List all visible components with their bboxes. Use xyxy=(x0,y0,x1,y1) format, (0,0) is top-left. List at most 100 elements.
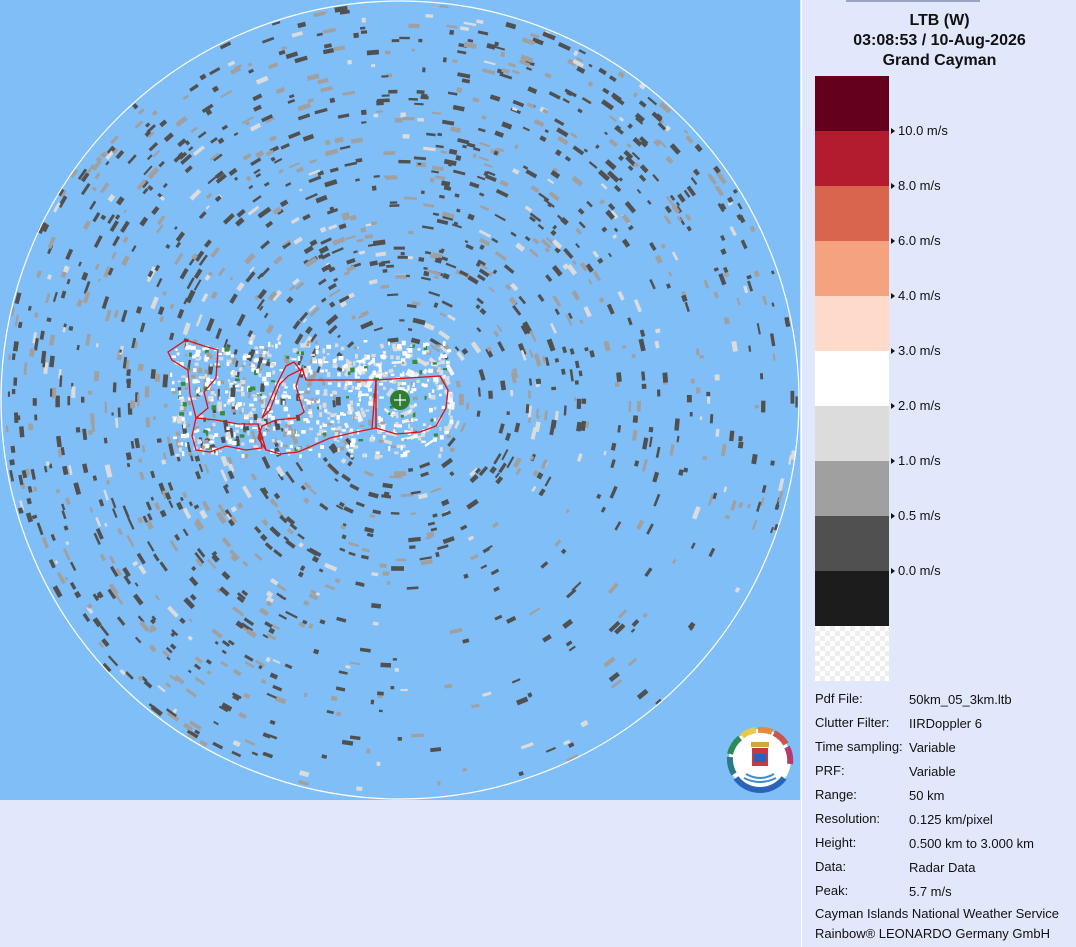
echo-pixel xyxy=(435,144,444,149)
radar-site-title: LTB (W) xyxy=(909,12,970,29)
echo-pixel xyxy=(166,436,171,444)
echo-pixel xyxy=(588,63,593,68)
echo-pixel xyxy=(678,469,684,476)
echo-pixel xyxy=(587,80,594,88)
land-clutter-pixel xyxy=(332,363,338,368)
echo-pixel xyxy=(324,179,338,188)
land-clutter-pixel xyxy=(186,432,190,438)
echo-pixel xyxy=(494,251,507,261)
radar-image-panel[interactable] xyxy=(0,0,800,800)
land-clutter-pixel xyxy=(411,388,417,392)
echo-pixel xyxy=(574,360,580,369)
echo-pixel xyxy=(665,283,672,289)
echo-pixel xyxy=(381,94,390,97)
echo-pixel xyxy=(363,470,374,477)
echo-pixel xyxy=(459,26,470,32)
echo-pixel xyxy=(268,734,278,740)
land-clutter-pixel xyxy=(445,431,449,434)
echo-pixel xyxy=(379,563,387,569)
land-clutter-pixel xyxy=(355,367,359,372)
land-clutter-pixel xyxy=(212,414,216,418)
echo-pixel xyxy=(382,268,388,273)
land-clutter-pixel xyxy=(176,352,180,356)
echo-pixel xyxy=(27,485,33,493)
echo-pixel xyxy=(578,221,586,229)
echo-pixel xyxy=(576,66,586,74)
echo-pixel xyxy=(373,113,379,118)
radar-velocity-map[interactable] xyxy=(0,0,800,800)
echo-pixel xyxy=(138,564,147,575)
land-clutter-pixel xyxy=(345,358,349,363)
echo-pixel xyxy=(150,368,156,380)
land-clutter-pixel xyxy=(369,396,372,399)
land-clutter-pixel xyxy=(428,368,433,373)
echo-pixel xyxy=(159,509,167,518)
echo-pixel xyxy=(284,663,293,670)
echo-pixel xyxy=(769,333,776,347)
echo-pixel xyxy=(418,38,423,43)
echo-pixel xyxy=(529,330,537,342)
echo-pixel xyxy=(420,190,425,195)
echo-pixel xyxy=(691,506,701,520)
echo-pixel xyxy=(442,57,447,63)
echo-pixel xyxy=(347,59,353,65)
echo-pixel xyxy=(191,565,197,572)
echo-pixel xyxy=(420,276,431,281)
echo-pixel xyxy=(465,402,470,410)
echo-pixel xyxy=(244,654,254,662)
echo-pixel xyxy=(707,396,711,404)
echo-pixel xyxy=(179,617,186,625)
legend-tick-marker xyxy=(891,348,895,354)
land-clutter-pixel xyxy=(286,449,291,452)
land-clutter-pixel xyxy=(390,373,395,377)
land-clutter-pixel xyxy=(227,379,231,383)
echo-pixel xyxy=(81,271,89,281)
echo-pixel xyxy=(442,536,455,544)
echo-pixel xyxy=(639,329,646,337)
land-clutter-pixel xyxy=(439,447,443,452)
land-clutter-pixel xyxy=(293,429,297,434)
echo-pixel xyxy=(221,124,229,131)
legend-tick-label: 4.0 m/s xyxy=(898,288,941,303)
echo-pixel xyxy=(511,678,521,684)
echo-pixel xyxy=(460,422,467,433)
land-clutter-pixel xyxy=(179,412,185,416)
echo-pixel xyxy=(423,322,435,331)
echo-pixel xyxy=(323,43,333,49)
echo-pixel xyxy=(328,301,336,308)
land-clutter-pixel xyxy=(320,445,325,449)
echo-pixel xyxy=(162,452,167,460)
echo-pixel xyxy=(356,786,363,792)
echo-pixel xyxy=(230,506,238,513)
echo-pixel xyxy=(157,684,166,693)
echo-pixel xyxy=(359,647,371,653)
echo-pixel xyxy=(137,363,144,372)
land-clutter-pixel xyxy=(258,399,264,402)
echo-pixel xyxy=(27,305,32,311)
land-clutter-pixel xyxy=(184,354,188,357)
echo-pixel xyxy=(452,104,465,112)
land-clutter-pixel xyxy=(271,439,275,443)
land-clutter-pixel xyxy=(241,386,244,392)
echo-pixel xyxy=(328,288,341,298)
land-clutter-pixel xyxy=(410,344,413,348)
echo-pixel xyxy=(430,747,442,753)
echo-pixel xyxy=(399,36,410,40)
echo-pixel xyxy=(476,19,484,25)
echo-pixel xyxy=(444,683,453,689)
echo-pixel xyxy=(121,255,130,267)
echo-pixel xyxy=(478,465,489,477)
echo-pixel xyxy=(621,238,631,248)
echo-pixel xyxy=(228,167,238,176)
land-clutter-pixel xyxy=(319,425,322,429)
land-clutter-pixel xyxy=(376,374,380,379)
echo-pixel xyxy=(175,231,186,243)
land-clutter-pixel xyxy=(176,431,180,436)
echo-pixel xyxy=(52,585,63,598)
legend-swatch xyxy=(815,461,889,516)
echo-pixel xyxy=(646,199,652,205)
legend-tick-label: 8.0 m/s xyxy=(898,178,941,193)
echo-pixel xyxy=(355,501,365,508)
radar-site-icon[interactable] xyxy=(390,390,410,410)
land-clutter-pixel xyxy=(391,411,395,414)
